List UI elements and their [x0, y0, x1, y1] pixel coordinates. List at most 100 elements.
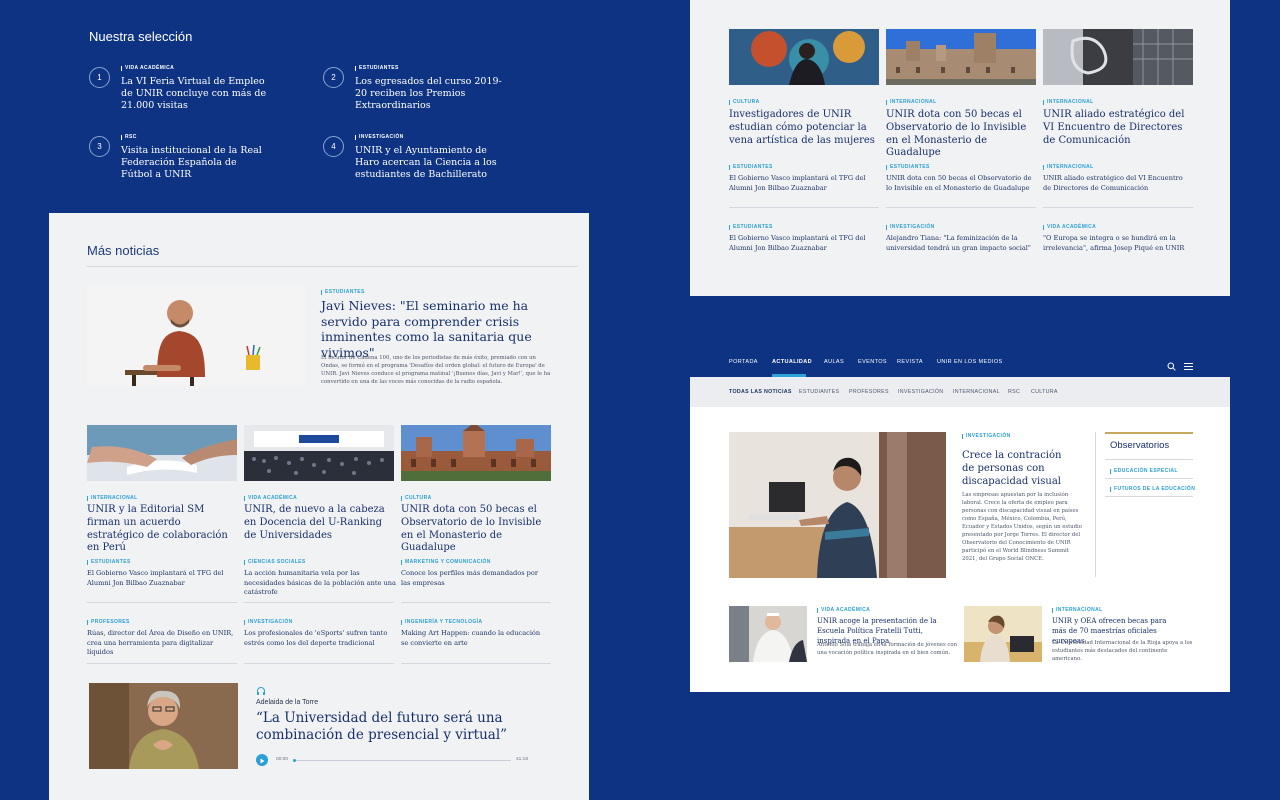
podcast-author: Adelaida de la Torre [256, 699, 319, 706]
divider [1105, 478, 1193, 479]
search-icon[interactable] [1167, 358, 1176, 371]
selection-item-title[interactable]: UNIR y el Ayuntamiento de Haro acercan l… [355, 145, 505, 181]
tab-investigacion[interactable]: INVESTIGACIÓN [898, 389, 943, 395]
card-image-monastery[interactable] [401, 425, 551, 481]
small-title[interactable]: Alejandro Tiana: "La feminización de la … [886, 234, 1036, 253]
nav-item-portada[interactable]: PORTADA [729, 359, 758, 365]
feature-excerpt: El locutor de Cadena 100, uno de los per… [321, 355, 551, 385]
bottom-image-student[interactable] [964, 606, 1042, 662]
small-category: PROFESORES [87, 619, 130, 625]
selection-number: 4 [323, 136, 344, 157]
small-category: CIENCIAS SOCIALES [244, 559, 306, 565]
small-title[interactable]: UNIR dota con 50 becas el Observatorio d… [886, 174, 1036, 193]
selection-section: Nuestra selección 1 VIDA ACADÉMICA La VI… [49, 0, 589, 213]
divider [244, 663, 394, 664]
small-category: ESTUDIANTES [729, 224, 773, 230]
card-title[interactable]: UNIR y la Editorial SM firman un acuerdo… [87, 504, 237, 555]
small-category: VIDA ACADÉMICA [1043, 224, 1096, 230]
podcast-time-start: 00:00 [276, 757, 289, 762]
card-title[interactable]: UNIR aliado estratégico del VI Encuentro… [1043, 109, 1193, 147]
card-title[interactable]: UNIR, de nuevo a la cabeza en Docencia d… [244, 504, 394, 542]
sidebar-accent [1105, 432, 1193, 434]
divider [1105, 459, 1193, 460]
small-category: INGENIERÍA Y TECNOLOGÍA [401, 619, 482, 625]
card-image-monastery[interactable] [886, 29, 1036, 85]
bottom-excerpt: Antonio Sola trabaja en la formación de … [817, 642, 957, 656]
lead-category: INVESTIGACIÓN [962, 433, 1011, 439]
small-title[interactable]: El Gobierno Vasco implantará el TFG del … [87, 569, 235, 588]
selection-category: RSC [121, 134, 137, 140]
small-title[interactable]: La acción humanitaria vela por las neces… [244, 569, 396, 598]
lead-image[interactable] [729, 432, 946, 578]
selection-item-title[interactable]: Visita institucional de la Real Federaci… [121, 145, 271, 181]
tab-profesores[interactable]: PROFESORES [849, 389, 889, 395]
more-news-title: Más noticias [87, 243, 160, 258]
sidebar-divider [1095, 432, 1096, 577]
podcast-progress-track[interactable] [293, 759, 511, 762]
feature-image[interactable] [87, 285, 306, 386]
lead-excerpt: Las empresas apuestan por la inclusión l… [962, 492, 1082, 562]
selection-category: ESTUDIANTES [355, 65, 399, 71]
small-title[interactable]: Los profesionales de 'eSports' sufren ta… [244, 629, 394, 648]
feature-category: ESTUDIANTES [321, 289, 365, 295]
divider [729, 207, 879, 208]
tab-cultura[interactable]: CULTURA [1031, 389, 1058, 395]
tab-internacional[interactable]: INTERNACIONAL [953, 389, 1000, 395]
small-category: MARKETING Y COMUNICACIÓN [401, 559, 491, 565]
card-title[interactable]: UNIR dota con 50 becas el Observatorio d… [401, 504, 551, 555]
small-category: ESTUDIANTES [729, 164, 773, 170]
tab-rsc[interactable]: RSC [1008, 389, 1020, 395]
card-image-book[interactable] [87, 425, 237, 481]
divider [1043, 207, 1193, 208]
play-button[interactable] [256, 754, 268, 766]
nav-item-aulas[interactable]: AULAS [824, 359, 844, 365]
selection-item-title[interactable]: Los egresados del curso 2019-20 reciben … [355, 76, 505, 112]
feature-title[interactable]: Javi Nieves: "El seminario me ha servido… [321, 298, 561, 360]
main-nav: PORTADA ACTUALIDAD AULAS EVENTOS REVISTA… [690, 348, 1230, 377]
bottom-excerpt: La Universidad Internacional de la Rioja… [1052, 640, 1193, 662]
card-image-mural[interactable] [729, 29, 879, 85]
nav-item-medios[interactable]: UNIR EN LOS MEDIOS [937, 359, 1003, 365]
card-category: CULTURA [729, 99, 760, 105]
small-title[interactable]: Rúas, director del Área de Diseño en UNI… [87, 629, 239, 658]
more-news-section: Más noticias ESTUDIANTES Javi Nieves: "E… [49, 213, 589, 800]
nav-item-revista[interactable]: REVISTA [897, 359, 923, 365]
selection-item-title[interactable]: La VI Feria Virtual de Empleo de UNIR co… [121, 76, 271, 112]
card-category: INTERNACIONAL [1043, 99, 1094, 105]
divider [87, 663, 237, 664]
right-top-panel: CULTURA Investigadores de UNIR estudian … [690, 0, 1230, 296]
tab-todas[interactable]: TODAS LAS NOTICIAS [729, 389, 792, 395]
podcast-progress-fill [293, 759, 296, 762]
podcast-time-end: 41:18 [516, 757, 529, 762]
divider [244, 602, 394, 603]
podcast-image[interactable] [89, 683, 238, 769]
nav-item-actualidad[interactable]: ACTUALIDAD [772, 359, 812, 365]
selection-number: 1 [89, 67, 110, 88]
bottom-image-papa[interactable] [729, 606, 807, 662]
small-title[interactable]: El Gobierno Vasco implantará el TFG del … [729, 234, 877, 253]
play-icon [260, 758, 265, 764]
lead-title[interactable]: Crece la contración de personas con disc… [962, 449, 1072, 488]
card-category: VIDA ACADÉMICA [244, 495, 297, 501]
sidebar-link[interactable]: FUTUROS DE LA EDUCACIÓN [1110, 486, 1195, 492]
divider [1105, 496, 1193, 497]
selection-number: 3 [89, 136, 110, 157]
card-image-sculpture[interactable] [1043, 29, 1193, 85]
tab-estudiantes[interactable]: ESTUDIANTES [799, 389, 839, 395]
section-tabs: TODAS LAS NOTICIAS ESTUDIANTES PROFESORE… [690, 377, 1230, 407]
card-title[interactable]: UNIR dota con 50 becas el Observatorio d… [886, 109, 1036, 160]
small-category: ESTUDIANTES [87, 559, 131, 565]
small-title[interactable]: Conoce los perfiles más demandados por l… [401, 569, 549, 588]
small-title[interactable]: "O Europa se integra o se hundirá en la … [1043, 234, 1193, 253]
nav-item-eventos[interactable]: EVENTOS [858, 359, 887, 365]
small-title[interactable]: El Gobierno Vasco implantará el TFG del … [729, 174, 877, 193]
small-title[interactable]: Making Art Happen: cuando la educación s… [401, 629, 549, 648]
sidebar-link[interactable]: EDUCACIÓN ESPECIAL [1110, 468, 1178, 474]
small-title[interactable]: UNIR aliado estratégico del VI Encuentro… [1043, 174, 1191, 193]
menu-icon[interactable] [1184, 358, 1193, 370]
card-title[interactable]: Investigadores de UNIR estudian cómo pot… [729, 109, 879, 147]
divider [886, 207, 1036, 208]
podcast-quote: “La Universidad del futuro será una comb… [256, 710, 508, 743]
card-image-ceremony[interactable] [244, 425, 394, 481]
card-category: INTERNACIONAL [886, 99, 937, 105]
